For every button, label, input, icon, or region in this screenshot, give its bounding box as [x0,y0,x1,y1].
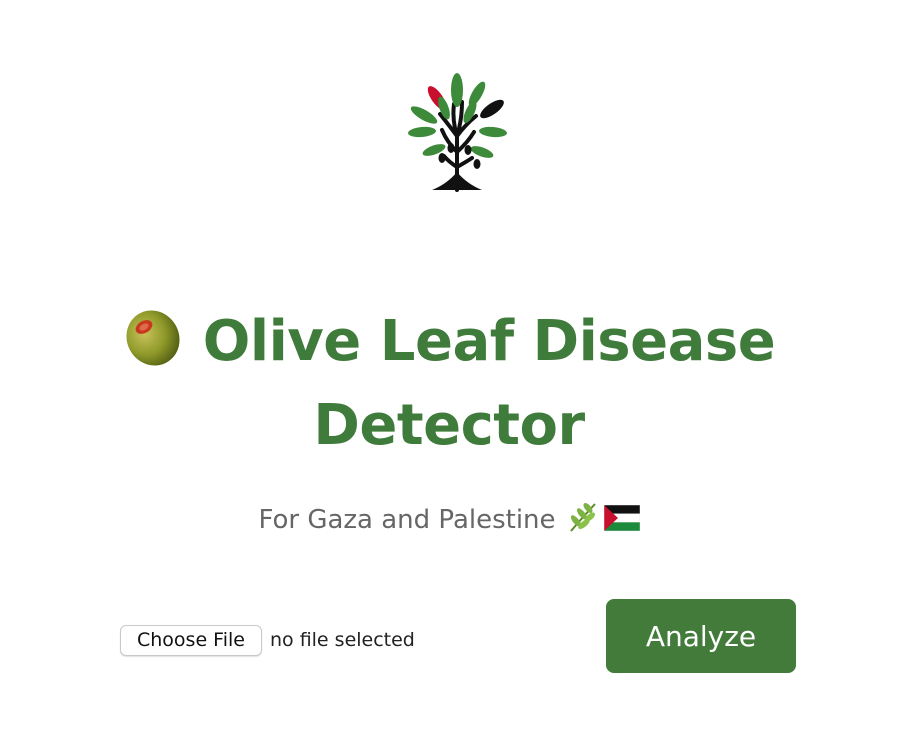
subtitle-text: For Gaza and Palestine [258,505,556,535]
file-status-text: no file selected [269,629,415,651]
palestine-flag-icon [603,505,640,531]
page-title: Olive Leaf Disease Detector [0,300,898,468]
title-text-line-1: Olive Leaf Disease [202,309,776,374]
analyze-button[interactable]: Analyze [606,599,796,673]
subtitle: For Gaza and Palestine [0,500,898,539]
title-line-1: Olive Leaf Disease [0,300,898,384]
olive-icon [126,310,180,366]
olive-tree-logo-icon [408,73,507,192]
title-text-line-2: Detector [313,393,585,458]
file-input-row: Choose File no file selected [120,623,415,657]
choose-file-button[interactable]: Choose File [120,624,262,656]
page: Olive Leaf Disease Detector For Gaza and… [0,0,898,734]
herb-icon [569,503,596,532]
